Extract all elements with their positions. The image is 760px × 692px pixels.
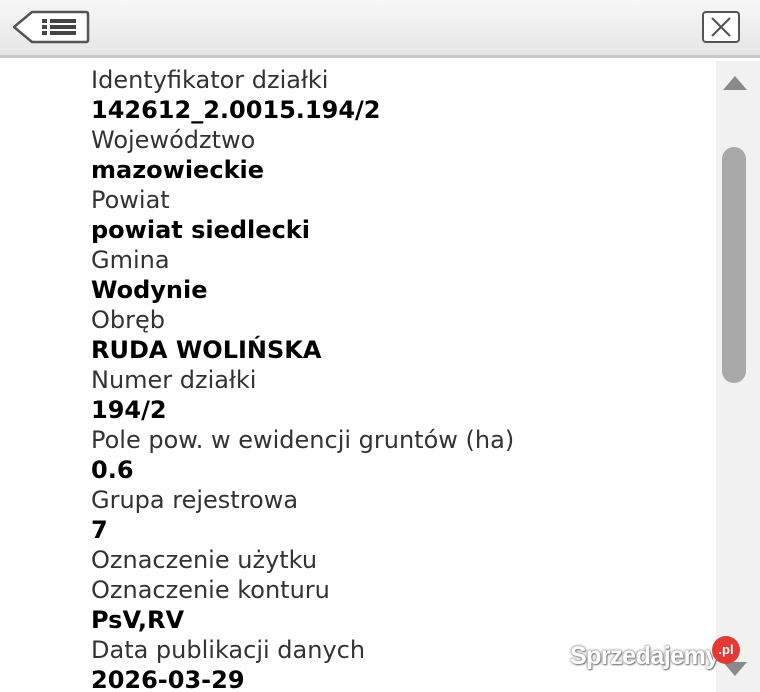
list-back-icon [12, 10, 90, 44]
vertical-scrollbar[interactable] [716, 61, 760, 692]
value-contour: PsV,RV [91, 606, 185, 634]
label-commune: Gmina [91, 246, 170, 274]
parcel-info-panel: Identyfikator działki 142612_2.0015.194/… [0, 61, 716, 692]
value-commune: Wodynie [91, 276, 208, 304]
watermark-badge: .pl [712, 636, 740, 664]
back-to-list-button[interactable] [12, 10, 90, 44]
label-contour: Oznaczenie konturu [91, 576, 330, 604]
value-register-group: 7 [91, 516, 108, 544]
close-icon [702, 11, 740, 43]
value-county: powiat siedlecki [91, 216, 310, 244]
value-voivodeship: mazowieckie [91, 156, 265, 184]
label-county: Powiat [91, 186, 170, 214]
value-parcel-number: 194/2 [91, 396, 167, 424]
value-precinct: RUDA WOLIŃSKA [91, 336, 322, 364]
value-area: 0.6 [91, 456, 134, 484]
toolbar [0, 0, 760, 58]
label-area: Pole pow. w ewidencji gruntów (ha) [91, 426, 515, 454]
value-parcel-id: 142612_2.0015.194/2 [91, 96, 381, 124]
label-parcel-number: Numer działki [91, 366, 257, 394]
label-precinct: Obręb [91, 306, 165, 334]
scroll-up-arrow-icon [723, 76, 747, 90]
scrollbar-thumb[interactable] [722, 147, 746, 383]
label-register-group: Grupa rejestrowa [91, 486, 299, 514]
attribute-list: Identyfikator działki 142612_2.0015.194/… [91, 65, 701, 692]
watermark-logo: Sprzedajemy [570, 642, 719, 670]
label-land-use: Oznaczenie użytku [91, 546, 318, 574]
scroll-up-button[interactable] [722, 75, 748, 91]
close-button[interactable] [701, 10, 741, 44]
label-parcel-id: Identyfikator działki [91, 66, 329, 94]
label-voivodeship: Województwo [91, 126, 256, 154]
